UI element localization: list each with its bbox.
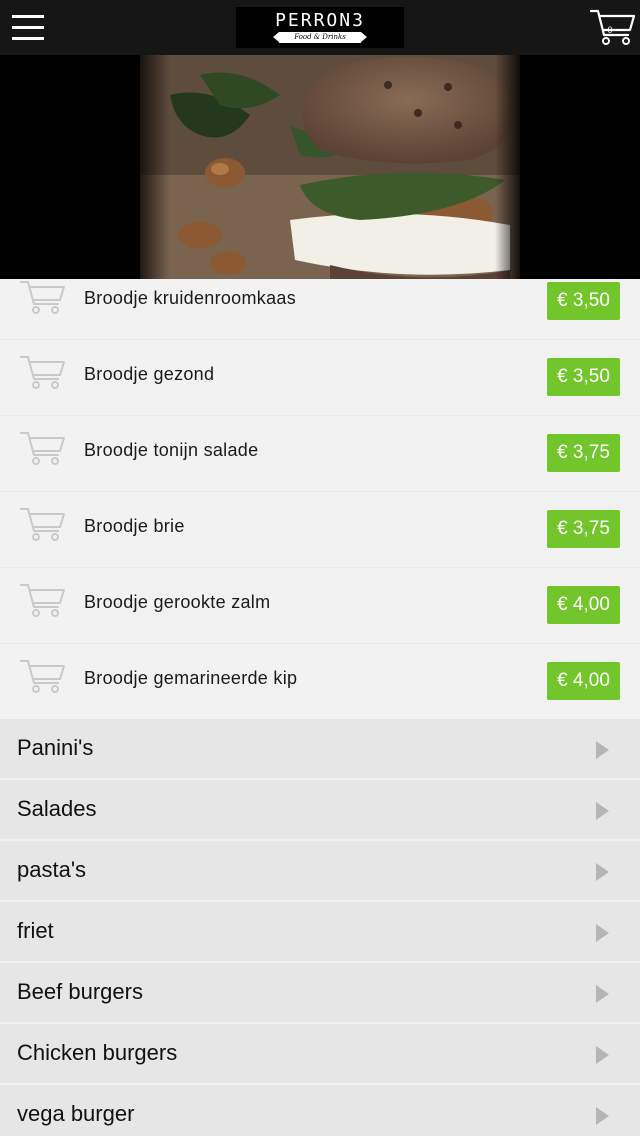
category-label: Beef burgers bbox=[17, 979, 143, 1004]
price-badge[interactable]: € 3,75 bbox=[547, 434, 620, 472]
price-badge[interactable]: € 4,00 bbox=[547, 586, 620, 624]
category-row[interactable]: Chicken burgers bbox=[0, 1024, 640, 1085]
logo-name: PERRON3 bbox=[275, 10, 365, 31]
chevron-right-icon bbox=[596, 1107, 609, 1125]
price-badge[interactable]: € 3,50 bbox=[547, 358, 620, 396]
category-row[interactable]: friet bbox=[0, 902, 640, 963]
logo-ribbon: Food & Drinks bbox=[273, 32, 367, 43]
chevron-right-icon bbox=[596, 741, 609, 759]
logo[interactable]: PERRON3 Food & Drinks bbox=[236, 7, 404, 48]
add-to-cart-icon[interactable] bbox=[20, 279, 66, 317]
product-list: Broodje kruidenroomkaas € 3,50 Broodje g… bbox=[0, 279, 640, 720]
product-row[interactable]: Broodje gerookte zalm € 4,00 bbox=[0, 568, 640, 644]
category-list: Panini's Salades pasta's friet Beef burg… bbox=[0, 719, 640, 1136]
chevron-right-icon bbox=[596, 863, 609, 881]
category-row[interactable]: pasta's bbox=[0, 841, 640, 902]
chevron-right-icon bbox=[596, 802, 609, 820]
category-row[interactable]: Panini's bbox=[0, 719, 640, 780]
product-name: Broodje gemarineerde kip bbox=[84, 668, 298, 688]
price-badge[interactable]: € 3,75 bbox=[547, 510, 620, 548]
product-name: Broodje gerookte zalm bbox=[84, 592, 271, 612]
product-row[interactable]: Broodje gezond € 3,50 bbox=[0, 340, 640, 416]
product-row[interactable]: Broodje brie € 3,75 bbox=[0, 492, 640, 568]
hero-image bbox=[0, 55, 640, 279]
category-label: Panini's bbox=[17, 735, 94, 760]
product-name: Broodje gezond bbox=[84, 364, 215, 384]
price-badge[interactable]: € 4,00 bbox=[547, 662, 620, 700]
category-label: vega burger bbox=[17, 1101, 135, 1126]
category-row[interactable]: Beef burgers bbox=[0, 963, 640, 1024]
category-label: Salades bbox=[17, 796, 97, 821]
product-name: Broodje kruidenroomkaas bbox=[84, 288, 297, 308]
category-label: friet bbox=[17, 918, 54, 943]
chevron-right-icon bbox=[596, 985, 609, 1003]
product-row[interactable]: Broodje kruidenroomkaas € 3,50 bbox=[0, 279, 640, 340]
add-to-cart-icon[interactable] bbox=[20, 506, 66, 544]
add-to-cart-icon[interactable] bbox=[20, 582, 66, 620]
sandwich-photo bbox=[130, 55, 640, 279]
add-to-cart-icon[interactable] bbox=[20, 658, 66, 696]
chevron-right-icon bbox=[596, 924, 609, 942]
product-row[interactable]: Broodje tonijn salade € 3,75 bbox=[0, 416, 640, 492]
product-name: Broodje brie bbox=[84, 516, 185, 536]
product-row[interactable]: Broodje gemarineerde kip € 4,00 bbox=[0, 644, 640, 720]
hamburger-menu-icon[interactable] bbox=[12, 14, 44, 40]
logo-tagline: Food & Drinks bbox=[294, 33, 346, 41]
category-row[interactable]: vega burger bbox=[0, 1085, 640, 1136]
category-label: pasta's bbox=[17, 857, 87, 882]
top-bar: PERRON3 Food & Drinks 0 bbox=[0, 0, 640, 55]
category-row[interactable]: Salades bbox=[0, 780, 640, 841]
chevron-right-icon bbox=[596, 1046, 609, 1064]
add-to-cart-icon[interactable] bbox=[20, 354, 66, 392]
price-badge[interactable]: € 3,50 bbox=[547, 282, 620, 320]
product-name: Broodje tonijn salade bbox=[84, 440, 259, 460]
shopping-cart-icon[interactable]: 0 bbox=[589, 8, 636, 48]
cart-count-badge: 0 bbox=[607, 25, 613, 35]
add-to-cart-icon[interactable] bbox=[20, 430, 66, 468]
category-label: Chicken burgers bbox=[17, 1040, 178, 1065]
